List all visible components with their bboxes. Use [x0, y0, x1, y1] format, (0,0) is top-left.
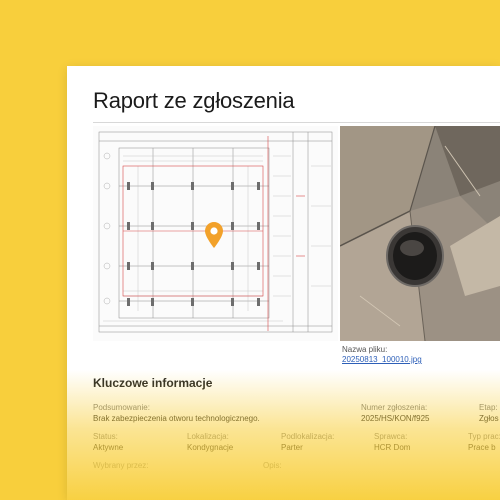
- ticket-number-label: Numer zgłoszenia:: [361, 403, 428, 412]
- stage-label: Etap:: [479, 403, 498, 412]
- summary-label: Podsumowanie:: [93, 403, 150, 412]
- page-title: Raport ze zgłoszenia: [93, 88, 295, 113]
- assignee-label: Sprawca:: [374, 432, 408, 441]
- stage-value: Zgłos: [479, 414, 499, 423]
- title-divider: [93, 122, 500, 123]
- location-value: Kondygnacje: [187, 443, 234, 452]
- floor-plan[interactable]: [93, 126, 338, 341]
- selected-by-label: Wybrany przez:: [93, 461, 149, 470]
- location-field: Lokalizacja: Kondygnacje: [187, 431, 233, 453]
- issue-photo[interactable]: [340, 126, 500, 341]
- ticket-number-value: 2025/HS/KON/f925: [361, 414, 430, 423]
- file-name-link[interactable]: 20250813_100010.jpg: [342, 355, 422, 364]
- sublocation-value: Parter: [281, 443, 303, 452]
- work-type-field: Typ prac: Prace b: [468, 431, 500, 453]
- work-type-value: Prace b: [468, 443, 496, 452]
- status-value: Aktywne: [93, 443, 124, 452]
- assignee-field: Sprawca: HCR Dom: [374, 431, 410, 453]
- description-field: Opis:: [263, 460, 282, 471]
- location-label: Lokalizacja:: [187, 432, 229, 441]
- issue-photo-image: [340, 126, 500, 341]
- status-field: Status: Aktywne: [93, 431, 123, 453]
- summary-value: Brak zabezpieczenia otworu technologiczn…: [93, 414, 260, 423]
- work-type-label: Typ prac:: [468, 432, 500, 441]
- sublocation-label: Podlokalizacja:: [281, 432, 335, 441]
- description-label: Opis:: [263, 461, 282, 470]
- status-label: Status:: [93, 432, 118, 441]
- ticket-number-field: Numer zgłoszenia: 2025/HS/KON/f925: [361, 402, 429, 424]
- key-info-heading: Kluczowe informacje: [93, 376, 213, 390]
- assignee-value: HCR Dom: [374, 443, 411, 452]
- report-card: Raport ze zgłoszenia Nazwa pliku: 202508…: [67, 66, 500, 500]
- map-pin-icon[interactable]: [205, 222, 223, 248]
- sublocation-field: Podlokalizacja: Parter: [281, 431, 334, 453]
- selected-by-field: Wybrany przez:: [93, 460, 149, 471]
- stage-field: Etap: Zgłos: [479, 402, 499, 424]
- file-name-label: Nazwa pliku:: [342, 345, 388, 354]
- summary-field: Podsumowanie: Brak zabezpieczenia otworu…: [93, 402, 260, 424]
